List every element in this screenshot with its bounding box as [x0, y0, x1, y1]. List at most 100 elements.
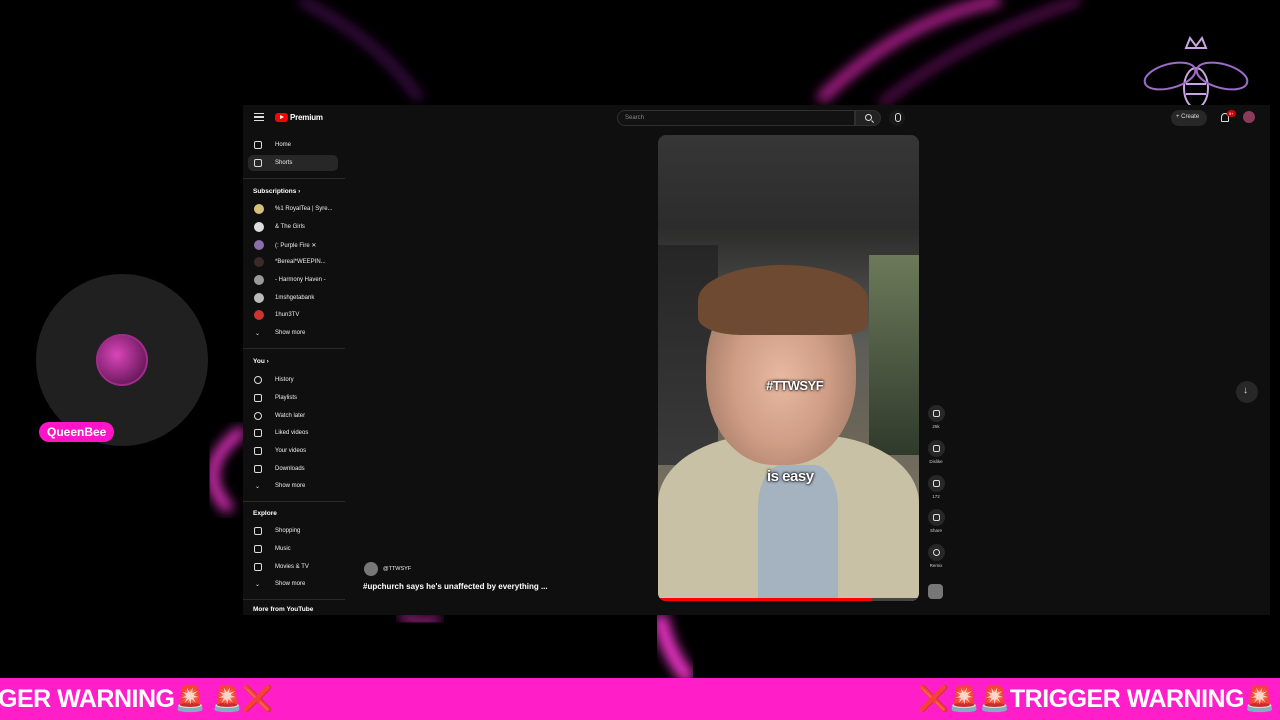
top-bar: Premium Search + Create 9+	[243, 105, 1270, 131]
sidebar-item-label: & The Girls	[275, 224, 305, 230]
like-button[interactable]: 25k	[926, 405, 946, 429]
thumbs-up-icon	[254, 429, 262, 437]
divider	[243, 348, 345, 349]
thumbs-down-icon	[932, 445, 940, 452]
youtube-logo-icon[interactable]	[275, 113, 288, 122]
sidebar-item-label: Downloads	[275, 466, 305, 472]
short-video-player[interactable]: #TTWSYF is easy	[658, 135, 919, 601]
home-icon	[254, 141, 262, 149]
comments-button[interactable]: 172	[926, 475, 946, 499]
channel-avatar	[254, 275, 264, 285]
you-show-more[interactable]: ⌄ Show more	[248, 478, 338, 494]
sidebar-item-label: %1 RoyalTea | Syre...	[275, 206, 333, 212]
sidebar-item-home[interactable]: Home	[248, 137, 338, 153]
sidebar-item-label: History	[275, 377, 294, 383]
car-window-right	[869, 255, 919, 455]
sidebar-item-your-videos[interactable]: Your videos	[248, 443, 338, 459]
sidebar-item-watch-later[interactable]: Watch later	[248, 408, 338, 424]
sidebar-item-label: 1mshgetabank	[275, 295, 315, 301]
video-icon	[254, 447, 262, 455]
video-subject-hair	[698, 265, 868, 335]
channel-avatar	[254, 222, 264, 232]
share-icon	[932, 514, 940, 521]
channel-handle[interactable]: @TTWSYF	[383, 566, 411, 572]
dislike-button[interactable]: Dislike	[926, 440, 946, 464]
sidebar-item-subscription[interactable]: & The Girls	[248, 219, 338, 235]
remix-button[interactable]: Remix	[926, 544, 946, 568]
show-more-label: Show more	[275, 483, 306, 489]
sidebar-item-subscription[interactable]: - Harmony Haven -	[248, 272, 338, 288]
share-button[interactable]: Share	[926, 509, 946, 533]
ticker-text-left: GER WARNING🚨 🚨❌	[0, 685, 273, 713]
search-button[interactable]	[855, 110, 881, 126]
video-progress-bar[interactable]	[658, 598, 919, 601]
channel-avatar	[254, 310, 264, 320]
ticker-text-right: ❌🚨🚨TRIGGER WARNING🚨	[918, 685, 1275, 713]
sidebar-item-subscription[interactable]: 1mshgetabank	[248, 290, 338, 306]
next-short-button[interactable]	[1236, 381, 1258, 403]
sidebar-item-subscription[interactable]: %1 RoyalTea | Syre...	[248, 201, 338, 217]
video-progress-fill	[658, 598, 873, 601]
music-icon	[254, 545, 262, 553]
you-heading-label: You	[253, 358, 265, 365]
remix-label: Remix	[929, 563, 943, 568]
comments-count: 172	[932, 494, 940, 499]
show-more-label: Show more	[275, 581, 306, 587]
channel-avatar	[254, 257, 264, 267]
search-input[interactable]: Search	[617, 110, 855, 126]
voice-search-button[interactable]	[889, 110, 905, 126]
sidebar-item-label: Movies & TV	[275, 564, 309, 570]
bag-icon	[254, 527, 262, 535]
sidebar-item-shorts[interactable]: Shorts	[248, 155, 338, 171]
sidebar-item-subscription[interactable]: 1hun3TV	[248, 307, 338, 323]
channel-avatar-small[interactable]	[364, 562, 378, 576]
search-icon	[865, 114, 872, 121]
you-heading[interactable]: You ›	[253, 358, 269, 365]
remix-icon	[932, 549, 940, 556]
divider	[243, 599, 345, 600]
download-icon	[254, 465, 262, 473]
sidebar-item-label: Watch later	[275, 413, 306, 419]
sidebar-item-shopping[interactable]: Shopping	[248, 523, 338, 539]
sidebar-item-label: Playlists	[275, 395, 298, 401]
channel-avatar	[254, 204, 264, 214]
youtube-window: Premium Search + Create 9+ Home Shorts S…	[243, 105, 1270, 615]
clock-icon	[254, 412, 262, 420]
sidebar-item-subscription[interactable]: (: Purple Fire ✕	[248, 237, 338, 253]
sidebar-item-music[interactable]: Music	[248, 541, 338, 557]
sidebar-item-subscription[interactable]: *Bereal*WEEPIN...	[248, 254, 338, 270]
share-label: Share	[929, 528, 942, 533]
sidebar-item-label: (: Purple Fire ✕	[275, 243, 317, 249]
sidebar-item-label: Shopping	[275, 528, 301, 534]
show-more-label: Show more	[275, 330, 306, 336]
create-button[interactable]: + Create	[1171, 110, 1207, 126]
chevron-down-icon: ⌄	[255, 484, 261, 490]
subscriptions-show-more[interactable]: ⌄ Show more	[248, 325, 338, 341]
divider	[243, 178, 345, 179]
account-avatar[interactable]	[1243, 111, 1255, 123]
sidebar-item-label: Home	[275, 142, 292, 148]
create-label: Create	[1181, 114, 1200, 120]
comment-icon	[932, 480, 940, 487]
channel-avatar	[254, 240, 264, 250]
queenbee-logo	[96, 334, 148, 386]
short-title[interactable]: #upchurch says he's unaffected by everyt…	[363, 582, 548, 591]
channel-avatar[interactable]	[928, 584, 943, 599]
sidebar-item-label: 1hun3TV	[275, 312, 300, 318]
brand-label[interactable]: Premium	[290, 113, 323, 122]
video-caption-bottom: is easy	[767, 468, 814, 485]
sidebar: Home Shorts Subscriptions › %1 RoyalTea …	[243, 133, 347, 615]
hamburger-menu-icon[interactable]	[254, 113, 264, 121]
sidebar-item-movies-tv[interactable]: Movies & TV	[248, 559, 338, 575]
explore-show-more[interactable]: ⌄ Show more	[248, 576, 338, 592]
stream-overlay: QueenBee Premium Search + Create 9+ Home…	[0, 0, 1280, 720]
dislike-label: Dislike	[929, 459, 943, 464]
sidebar-item-playlists[interactable]: Playlists	[248, 390, 338, 406]
sidebar-item-label: - Harmony Haven -	[275, 277, 326, 283]
sidebar-item-downloads[interactable]: Downloads	[248, 461, 338, 477]
subscriptions-heading[interactable]: Subscriptions ›	[253, 188, 300, 195]
sidebar-item-liked-videos[interactable]: Liked videos	[248, 425, 338, 441]
sidebar-item-history[interactable]: History	[248, 372, 338, 388]
playlists-icon	[254, 394, 262, 402]
channel-avatar	[254, 293, 264, 303]
